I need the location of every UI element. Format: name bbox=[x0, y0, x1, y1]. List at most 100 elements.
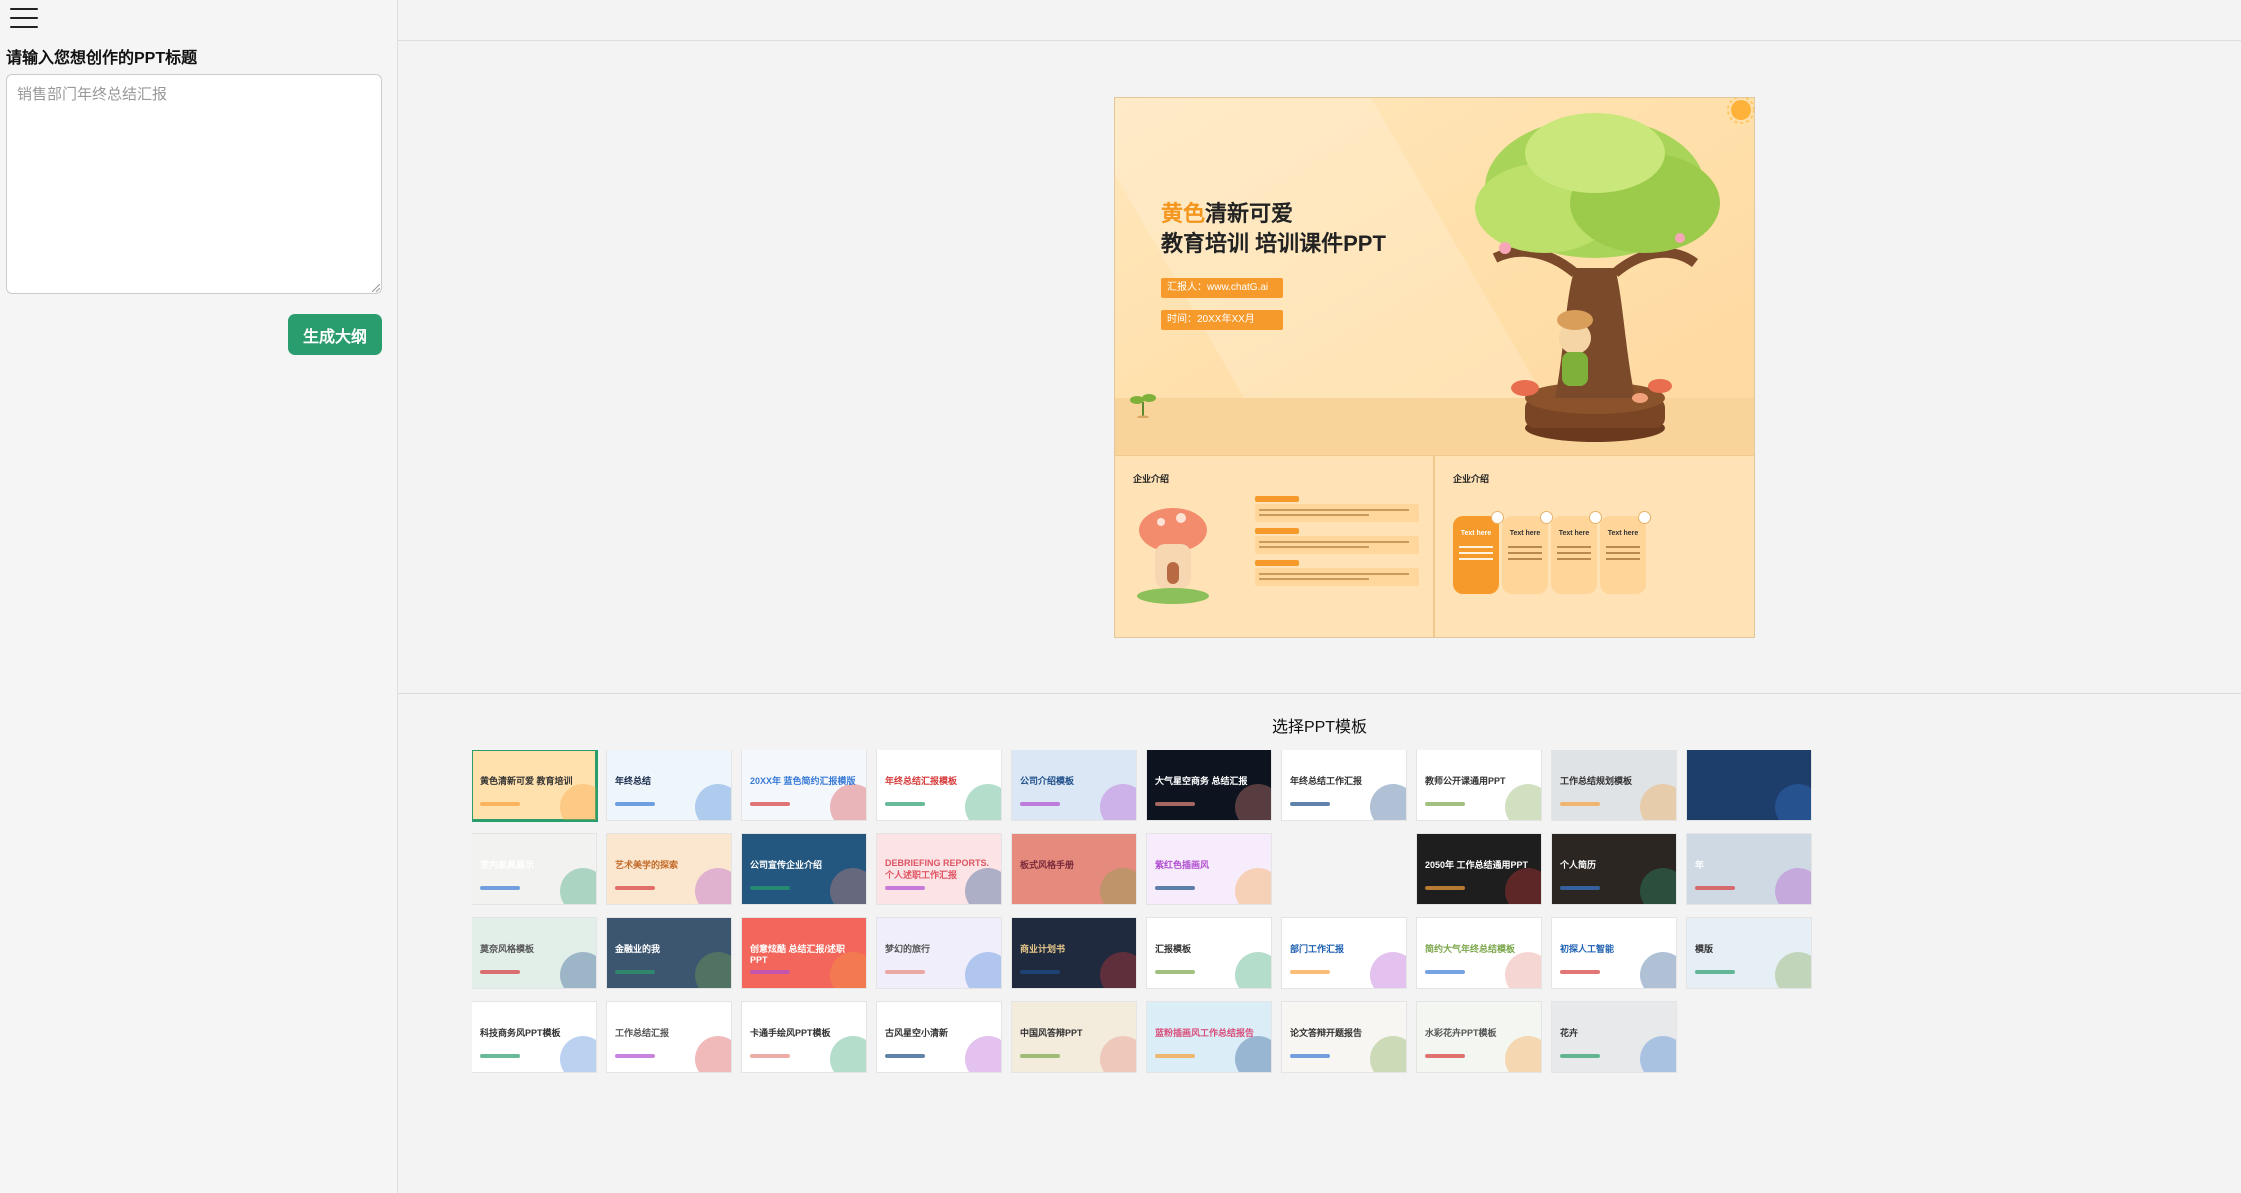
template-thumbnail[interactable]: 卡通手绘风PPT模板 bbox=[742, 1002, 866, 1072]
template-thumbnail[interactable]: 古风星空小清新 bbox=[877, 1002, 1001, 1072]
template-title: 工作总结汇报 bbox=[615, 1028, 670, 1038]
step-card: Text here bbox=[1551, 511, 1602, 594]
template-title: 大气星空商务 总结汇报 bbox=[1155, 776, 1248, 786]
hamburger-menu-icon[interactable] bbox=[10, 6, 38, 30]
template-thumbnail[interactable]: 花卉 bbox=[1552, 1002, 1676, 1072]
template-thumbnail[interactable]: 年终总结工作汇报 bbox=[1282, 750, 1406, 820]
template-title: 板式风格手册 bbox=[1020, 860, 1075, 870]
template-thumbnail[interactable]: 工作总结规划模板 bbox=[1552, 750, 1676, 820]
template-thumbnail[interactable] bbox=[1687, 1002, 1811, 1072]
template-thumbnail[interactable]: 室内家具展示 bbox=[472, 834, 596, 904]
template-thumbnail[interactable]: 汇报模板 bbox=[1147, 918, 1271, 988]
template-thumbnail[interactable]: 金融业的我 bbox=[607, 918, 731, 988]
template-title: DEBRIEFING REPORTS. 个人述职工作汇报 bbox=[885, 858, 990, 880]
template-title: 卡通手绘风PPT模板 bbox=[750, 1028, 831, 1038]
template-thumbnail[interactable] bbox=[1282, 834, 1406, 904]
template-thumbnail[interactable]: 创意炫酷 总结汇报/述职PPT bbox=[742, 918, 866, 988]
template-thumbnail[interactable]: 蓝粉插画风工作总结报告 bbox=[1147, 1002, 1271, 1072]
template-thumbnail[interactable]: 大气星空商务 总结汇报 bbox=[1147, 750, 1271, 820]
template-thumbnail[interactable]: 艺术美学的探索 bbox=[607, 834, 731, 904]
template-title: 年终总结 bbox=[615, 776, 652, 786]
template-title: 公司宣传企业介绍 bbox=[750, 860, 823, 870]
template-title: 莫奈风格模板 bbox=[480, 944, 535, 954]
template-title: 古风星空小清新 bbox=[885, 1028, 949, 1038]
step-card: Text here bbox=[1600, 511, 1651, 594]
preview-cover-slide: 黄色清新可爱 教育培训 培训课件PPT 汇报人：www.chatG.ai 时间：… bbox=[1115, 98, 1754, 456]
template-thumbnail[interactable]: 年 bbox=[1687, 834, 1811, 904]
template-thumbnail[interactable]: 公司介绍模板 bbox=[1012, 750, 1136, 820]
template-title: 初探人工智能 bbox=[1560, 944, 1615, 954]
template-title: 紫红色插画风 bbox=[1155, 860, 1210, 870]
preview-sub-slide-right: 企业介绍 Text here Text here Text here Text … bbox=[1435, 458, 1754, 637]
template-title: 金融业的我 bbox=[615, 944, 661, 954]
template-title: 黄色清新可爱 教育培训 bbox=[480, 776, 573, 786]
preview-reporter-tag: 汇报人：www.chatG.ai bbox=[1161, 278, 1283, 298]
preview-time-tag: 时间：20XX年XX月 bbox=[1161, 310, 1283, 330]
ppt-preview: 黄色清新可爱 教育培训 培训课件PPT 汇报人：www.chatG.ai 时间：… bbox=[1114, 97, 1755, 638]
template-title: 艺术美学的探索 bbox=[615, 860, 679, 870]
templates-heading: 选择PPT模板 bbox=[1271, 719, 1368, 736]
template-thumbnail[interactable]: 工作总结汇报 bbox=[607, 1002, 731, 1072]
ppt-title-input[interactable] bbox=[6, 74, 382, 294]
preview-title-line-2: 教育培训 培训课件PPT bbox=[1161, 231, 1386, 256]
template-thumbnail[interactable]: 公司宣传企业介绍 bbox=[742, 834, 866, 904]
template-title: 科技商务风PPT模板 bbox=[480, 1028, 561, 1038]
template-thumbnail[interactable]: 论文答辩开题报告 bbox=[1282, 1002, 1406, 1072]
template-title: 公司介绍模板 bbox=[1020, 776, 1075, 786]
resize-grip-icon[interactable] bbox=[372, 284, 380, 292]
template-title: 20XX年 蓝色简约汇报模版 bbox=[750, 776, 856, 786]
template-thumbnail[interactable]: DEBRIEFING REPORTS. 个人述职工作汇报 bbox=[877, 834, 1001, 904]
template-thumbnail[interactable]: 板式风格手册 bbox=[1012, 834, 1136, 904]
template-thumbnail[interactable]: 梦幻的旅行 bbox=[877, 918, 1001, 988]
template-thumbnail[interactable]: 紫红色插画风 bbox=[1147, 834, 1271, 904]
template-thumbnail[interactable]: 2050年 工作总结通用PPT bbox=[1417, 834, 1541, 904]
template-title: 2050年 工作总结通用PPT bbox=[1425, 860, 1529, 870]
sub-slide-heading: 企业介绍 bbox=[1453, 474, 1490, 484]
top-bar bbox=[398, 0, 2241, 41]
template-title: 年终总结工作汇报 bbox=[1290, 776, 1363, 786]
template-thumbnail[interactable]: 科技商务风PPT模板 bbox=[472, 1002, 596, 1072]
template-thumbnail[interactable]: 个人简历 bbox=[1552, 834, 1676, 904]
step-card: Text here bbox=[1502, 511, 1553, 594]
template-title: 个人简历 bbox=[1560, 860, 1597, 870]
preview-area: 黄色清新可爱 教育培训 培训课件PPT 汇报人：www.chatG.ai 时间：… bbox=[398, 41, 2241, 694]
template-title: 中国风答辩PPT bbox=[1020, 1028, 1083, 1038]
template-title: 蓝粉插画风工作总结报告 bbox=[1155, 1028, 1255, 1038]
template-thumbnail[interactable]: 初探人工智能 bbox=[1552, 918, 1676, 988]
template-title: 水彩花卉PPT模板 bbox=[1425, 1028, 1497, 1038]
template-title: 花卉 bbox=[1560, 1028, 1579, 1038]
template-thumbnail[interactable]: 中国风答辩PPT bbox=[1012, 1002, 1136, 1072]
template-title: 简约大气年终总结模板 bbox=[1425, 944, 1516, 954]
template-thumbnail[interactable]: 水彩花卉PPT模板 bbox=[1417, 1002, 1541, 1072]
generate-outline-button[interactable]: 生成大纲 bbox=[288, 314, 382, 355]
template-title: 室内家具展示 bbox=[480, 860, 535, 870]
template-title: 论文答辩开题报告 bbox=[1290, 1028, 1363, 1038]
template-thumbnail[interactable]: 年终总结 bbox=[607, 750, 731, 820]
template-thumbnail[interactable]: 简约大气年终总结模板 bbox=[1417, 918, 1541, 988]
template-title: 部门工作汇报 bbox=[1290, 944, 1345, 954]
template-thumbnail[interactable]: 黄色清新可爱 教育培训 bbox=[472, 750, 598, 822]
template-thumbnail[interactable]: 模版 bbox=[1687, 918, 1811, 988]
step-card: Text here bbox=[1453, 511, 1504, 594]
template-title: 梦幻的旅行 bbox=[885, 944, 931, 954]
template-title: 汇报模板 bbox=[1155, 944, 1192, 954]
sidebar: 请输入您想创作的PPT标题 生成大纲 bbox=[0, 0, 398, 1193]
template-title: 工作总结规划模板 bbox=[1560, 776, 1633, 786]
template-title: 年 bbox=[1695, 860, 1705, 870]
template-thumbnail[interactable]: 年终总结汇报模板 bbox=[877, 750, 1001, 820]
template-title: 商业计划书 bbox=[1020, 944, 1066, 954]
template-thumbnail[interactable] bbox=[1687, 750, 1811, 820]
template-thumbnail[interactable]: 20XX年 蓝色简约汇报模版 bbox=[742, 750, 866, 820]
mushroom-house-illustration bbox=[1137, 508, 1209, 604]
template-grid: 黄色清新可爱 教育培训 年终总结 20XX年 蓝色简约汇报模版 年终总结汇报模板 公司介… bbox=[472, 750, 2241, 1160]
sub-slide-heading: 企业介绍 bbox=[1133, 474, 1170, 484]
template-title: 模版 bbox=[1695, 944, 1714, 954]
template-thumbnail[interactable]: 部门工作汇报 bbox=[1282, 918, 1406, 988]
template-title: 年终总结汇报模板 bbox=[885, 776, 958, 786]
prompt-label: 请输入您想创作的PPT标题 bbox=[6, 50, 198, 67]
template-thumbnail[interactable]: 商业计划书 bbox=[1012, 918, 1136, 988]
template-thumbnail[interactable]: 教师公开课通用PPT bbox=[1417, 750, 1541, 820]
preview-title-line-1: 黄色清新可爱 bbox=[1161, 201, 1294, 226]
template-thumbnail[interactable]: 莫奈风格模板 bbox=[472, 918, 596, 988]
template-title: 创意炫酷 总结汇报/述职PPT bbox=[750, 944, 846, 965]
